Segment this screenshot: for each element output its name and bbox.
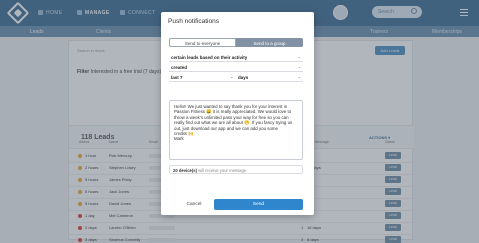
modal-title: Push notifications bbox=[168, 18, 219, 25]
comparator-select[interactable]: last 7 bbox=[171, 75, 183, 80]
condition-value: created bbox=[171, 65, 188, 70]
send-to-everyone-tab[interactable]: Send to everyone bbox=[169, 38, 236, 47]
criteria-select[interactable]: certain leads based on their activity ⌄ bbox=[169, 53, 303, 62]
push-notification-modal: Push notifications Send to everyone Send… bbox=[161, 12, 314, 215]
chevron-down-icon: ⌄ bbox=[230, 74, 234, 79]
chevron-down-icon: ⌄ bbox=[297, 74, 301, 79]
recipients-number: 20 device(s) bbox=[173, 168, 197, 173]
chevron-down-icon: ⌄ bbox=[297, 64, 301, 69]
recipients-count: 20 device(s) will receive your message bbox=[169, 165, 303, 174]
message-line: Mark bbox=[174, 136, 184, 142]
recipients-suffix: will receive your message bbox=[198, 168, 247, 173]
message-line: really find out what we are all about 😁.… bbox=[174, 120, 293, 126]
condition-select[interactable]: created ⌄ bbox=[169, 63, 303, 72]
criteria-value: certain leads based on their activity bbox=[171, 55, 248, 60]
chevron-down-icon: ⌄ bbox=[297, 54, 301, 59]
message-textarea[interactable]: Hello!! We just wanted to say thank you … bbox=[169, 100, 303, 160]
send-to-group-tab[interactable]: Send to a group bbox=[236, 38, 303, 47]
unit-select[interactable]: days bbox=[238, 75, 248, 80]
send-button[interactable]: Send bbox=[214, 199, 303, 210]
cancel-button[interactable]: Cancel bbox=[169, 199, 219, 210]
timeframe-row: last 7 ⌄ days ⌄ bbox=[169, 73, 303, 82]
